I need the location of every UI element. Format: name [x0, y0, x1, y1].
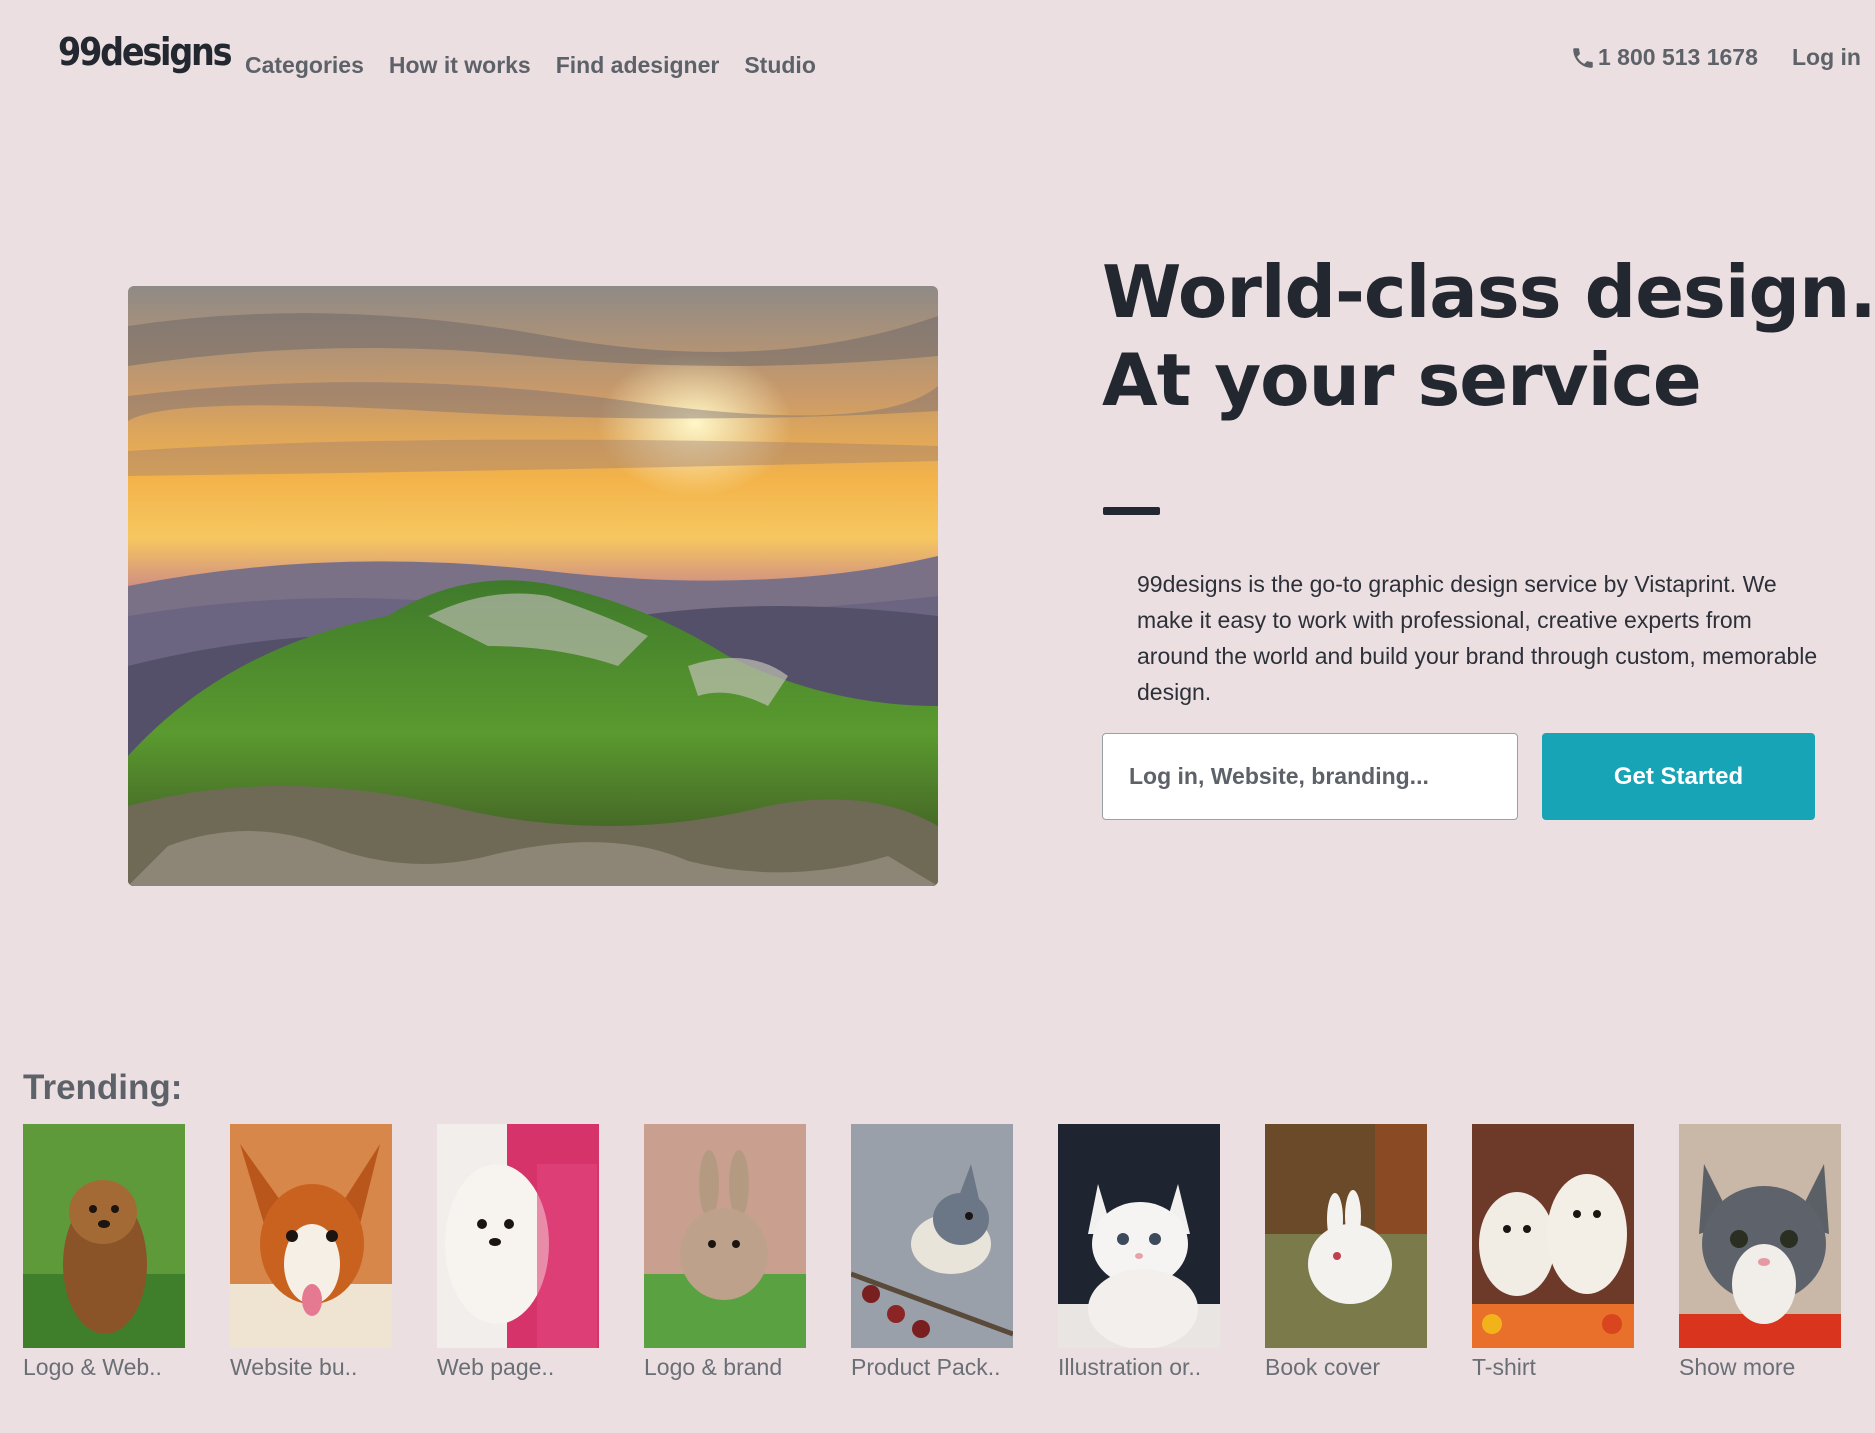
headline-divider [1103, 507, 1160, 515]
hero-landscape-image [128, 286, 938, 886]
trending-thumbnail [230, 1124, 392, 1348]
trending-item-label: Show more [1679, 1354, 1796, 1380]
trending-thumbnail [1679, 1124, 1841, 1348]
trending-item-product-packaging[interactable]: Product Pack.. [851, 1124, 1013, 1381]
hero-headline-line2: At your service [1102, 338, 1702, 422]
trending-item-label: Web page.. [437, 1354, 555, 1380]
trending-item-label: Product Pack.. [851, 1354, 1001, 1380]
trending-thumbnail [1472, 1124, 1634, 1348]
trending-thumbnail [851, 1124, 1013, 1348]
trending-thumbnail [644, 1124, 806, 1348]
trending-item-show-more[interactable]: Show more [1679, 1124, 1841, 1381]
trending-item-book-cover[interactable]: Book cover [1265, 1124, 1427, 1381]
hero-description: 99designs is the go-to graphic design se… [1137, 571, 1818, 705]
trending-thumbnail [1265, 1124, 1427, 1348]
trending-item-label: Website bu.. [230, 1354, 358, 1380]
trending-item-illustration[interactable]: Illustration or.. [1058, 1124, 1220, 1381]
trending-thumbnail [437, 1124, 599, 1348]
trending-item-label: Logo & brand [644, 1354, 783, 1380]
trending-thumbnail [1058, 1124, 1220, 1348]
trending-heading: Trending: [23, 1068, 183, 1107]
hero-headline-line1: World-class design. [1102, 250, 1875, 334]
trending-item-logo-brand[interactable]: Logo & brand [644, 1124, 806, 1381]
trending-item-label: T-shirt [1472, 1354, 1536, 1380]
site-header: 99designs Categories How it works Find a… [0, 0, 1875, 130]
nav-how-it-works[interactable]: How it works [389, 52, 531, 79]
get-started-button[interactable]: Get Started [1542, 733, 1815, 820]
login-link[interactable]: Log in [1792, 44, 1861, 71]
nav-find-designer[interactable]: Find adesigner [556, 52, 720, 79]
trending-item-label: Logo & Web.. [23, 1354, 162, 1380]
phone-icon [1570, 45, 1596, 71]
trending-item-label: Book cover [1265, 1354, 1381, 1380]
trending-item-logo-web[interactable]: Logo & Web.. [23, 1124, 185, 1381]
trending-list: Logo & Web.. Website bu.. Web page.. Log… [23, 1124, 1873, 1384]
trending-item-label: Illustration or.. [1058, 1354, 1202, 1380]
trending-thumbnail [23, 1124, 185, 1348]
nav-studio[interactable]: Studio [744, 52, 816, 79]
main-nav: Categories How it works Find adesigner S… [245, 52, 841, 79]
search-input[interactable] [1102, 733, 1518, 820]
trending-item-web-page[interactable]: Web page.. [437, 1124, 599, 1381]
site-logo[interactable]: 99designs [58, 30, 233, 74]
nav-categories[interactable]: Categories [245, 52, 364, 79]
trending-item-website-builder[interactable]: Website bu.. [230, 1124, 392, 1381]
phone-link[interactable]: 1 800 513 1678 [1570, 44, 1758, 71]
phone-number: 1 800 513 1678 [1598, 44, 1758, 70]
trending-item-tshirt[interactable]: T-shirt [1472, 1124, 1634, 1381]
hero-headline: World-class design. At your service [1102, 248, 1875, 424]
